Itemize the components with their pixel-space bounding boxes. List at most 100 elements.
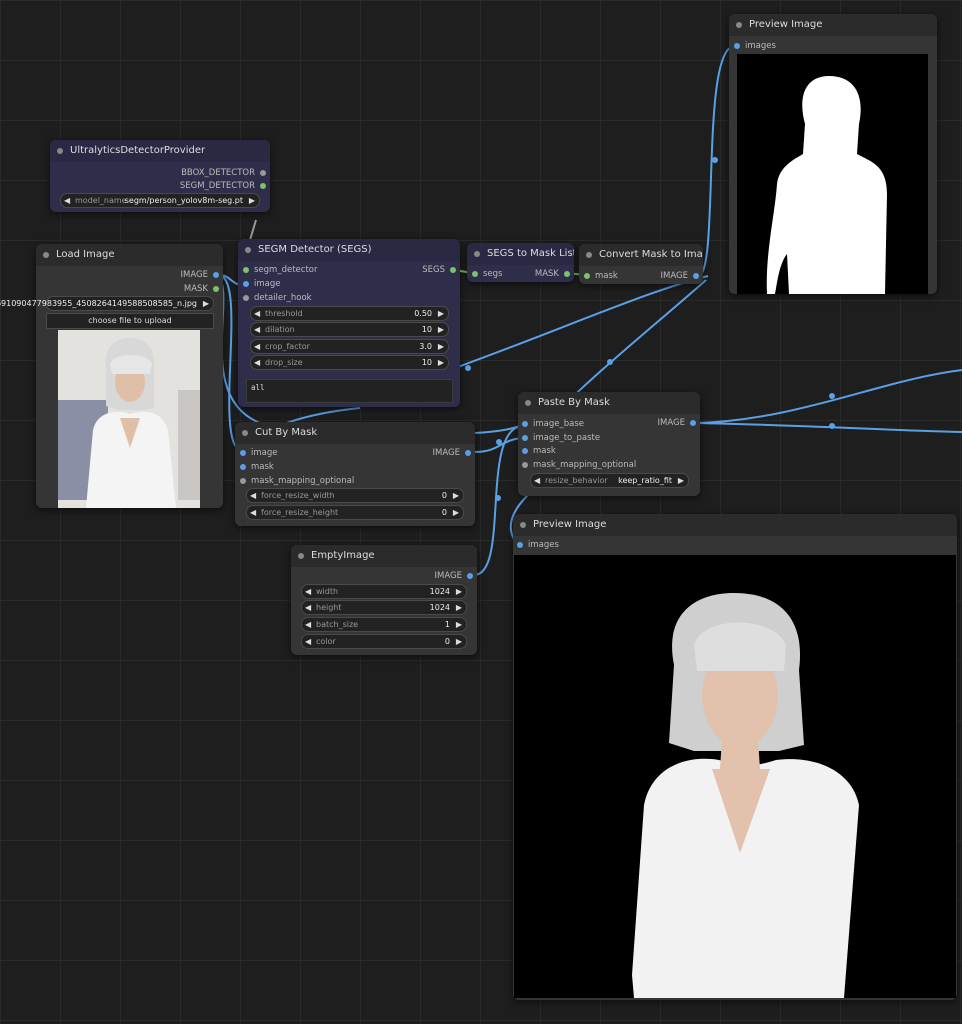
output-image[interactable]: IMAGE: [435, 570, 473, 582]
node-title[interactable]: EmptyImage: [291, 545, 477, 567]
batch-size-widget[interactable]: ◀ batch_size 1 ▶: [301, 617, 467, 632]
output-pin-icon[interactable]: [693, 273, 699, 279]
convert-mask-to-image-node[interactable]: Convert Mask to Image mask IMAGE: [579, 244, 703, 284]
threshold-widget[interactable]: ◀ threshold 0.50 ▶: [250, 306, 449, 321]
right-arrow-icon[interactable]: ▶: [438, 340, 444, 353]
input-image-to-paste[interactable]: image_to_paste: [522, 432, 600, 444]
node-title[interactable]: Convert Mask to Image: [579, 244, 703, 266]
input-image-base[interactable]: image_base: [522, 418, 584, 430]
input-pin-icon[interactable]: [240, 478, 246, 484]
collapse-dot-icon[interactable]: [520, 522, 526, 528]
output-pin-icon[interactable]: [564, 271, 570, 277]
input-images[interactable]: images: [517, 539, 559, 551]
segm-detector-node[interactable]: SEGM Detector (SEGS) segm_detector image…: [238, 239, 460, 407]
node-title[interactable]: Paste By Mask: [518, 392, 700, 414]
output-pin-icon[interactable]: [213, 286, 219, 292]
right-arrow-icon[interactable]: ▶: [678, 474, 684, 487]
right-arrow-icon[interactable]: ▶: [438, 323, 444, 336]
input-pin-icon[interactable]: [517, 542, 523, 548]
input-pin-icon[interactable]: [472, 271, 478, 277]
collapse-dot-icon[interactable]: [586, 252, 592, 258]
collapse-dot-icon[interactable]: [298, 553, 304, 559]
input-pin-icon[interactable]: [240, 450, 246, 456]
node-title[interactable]: Load Image: [36, 244, 223, 266]
right-arrow-icon[interactable]: ▶: [456, 635, 462, 648]
left-arrow-icon[interactable]: ◀: [64, 194, 70, 207]
output-pin-icon[interactable]: [260, 183, 266, 189]
model-name-combo[interactable]: ◀ model_name segm/person_yolov8m-seg.pt …: [60, 193, 260, 208]
left-arrow-icon[interactable]: ◀: [305, 618, 311, 631]
image-file-combo[interactable]: 4691090477983955_4508264149588508585_n.j…: [0, 296, 214, 311]
output-image[interactable]: IMAGE: [181, 269, 219, 281]
collapse-dot-icon[interactable]: [57, 148, 63, 154]
preview-image-result-node[interactable]: Preview Image images: [513, 514, 957, 1000]
input-pin-icon[interactable]: [522, 435, 528, 441]
output-mask[interactable]: MASK: [535, 268, 570, 280]
collapse-dot-icon[interactable]: [43, 252, 49, 258]
right-arrow-icon[interactable]: ▶: [438, 356, 444, 369]
left-arrow-icon[interactable]: ◀: [254, 307, 260, 320]
output-image[interactable]: IMAGE: [433, 447, 471, 459]
ultralytics-detector-provider-node[interactable]: UltralyticsDetectorProvider BBOX_DETECTO…: [50, 140, 270, 212]
node-title[interactable]: Preview Image: [729, 14, 937, 36]
choose-file-button[interactable]: choose file to upload: [46, 313, 214, 329]
resize-behavior-combo[interactable]: ◀ resize_behavior keep_ratio_fit ▶: [530, 473, 689, 488]
input-image[interactable]: image: [240, 447, 277, 459]
width-widget[interactable]: ◀ width 1024 ▶: [301, 584, 467, 599]
output-segs[interactable]: SEGS: [422, 264, 456, 276]
output-pin-icon[interactable]: [260, 170, 266, 176]
node-title[interactable]: UltralyticsDetectorProvider: [50, 140, 270, 162]
paste-by-mask-node[interactable]: Paste By Mask image_base image_to_paste …: [518, 392, 700, 496]
right-arrow-icon[interactable]: ▶: [456, 585, 462, 598]
right-arrow-icon[interactable]: ▶: [453, 506, 459, 519]
left-arrow-icon[interactable]: ◀: [250, 506, 256, 519]
preview-image-mask-node[interactable]: Preview Image images: [729, 14, 937, 294]
cut-by-mask-node[interactable]: Cut By Mask image mask mask_mapping_opti…: [235, 422, 475, 526]
right-arrow-icon[interactable]: ▶: [438, 307, 444, 320]
output-segm-detector[interactable]: SEGM_DETECTOR: [180, 180, 266, 192]
input-pin-icon[interactable]: [584, 273, 590, 279]
output-mask[interactable]: MASK: [184, 283, 219, 295]
left-arrow-icon[interactable]: ◀: [254, 340, 260, 353]
drop-size-widget[interactable]: ◀ drop_size 10 ▶: [250, 355, 449, 370]
output-image[interactable]: IMAGE: [658, 417, 696, 429]
node-title[interactable]: SEGS to Mask List: [467, 243, 574, 265]
crop-factor-widget[interactable]: ◀ crop_factor 3.0 ▶: [250, 339, 449, 354]
node-title[interactable]: Cut By Mask: [235, 422, 475, 444]
left-arrow-icon[interactable]: ◀: [250, 489, 256, 502]
left-arrow-icon[interactable]: ◀: [305, 601, 311, 614]
input-segm-detector[interactable]: segm_detector: [243, 264, 317, 276]
right-arrow-icon[interactable]: ▶: [456, 601, 462, 614]
input-image[interactable]: image: [243, 278, 280, 290]
output-pin-icon[interactable]: [467, 573, 473, 579]
height-widget[interactable]: ◀ height 1024 ▶: [301, 600, 467, 615]
color-widget[interactable]: ◀ color 0 ▶: [301, 634, 467, 649]
input-mask-mapping-optional[interactable]: mask_mapping_optional: [522, 459, 636, 471]
input-pin-icon[interactable]: [522, 462, 528, 468]
right-arrow-icon[interactable]: ▶: [249, 194, 255, 207]
left-arrow-icon[interactable]: ◀: [305, 635, 311, 648]
input-pin-icon[interactable]: [243, 281, 249, 287]
output-pin-icon[interactable]: [450, 267, 456, 273]
right-arrow-icon[interactable]: ▶: [453, 489, 459, 502]
left-arrow-icon[interactable]: ◀: [305, 585, 311, 598]
collapse-dot-icon[interactable]: [525, 400, 531, 406]
dilation-widget[interactable]: ◀ dilation 10 ▶: [250, 322, 449, 337]
collapse-dot-icon[interactable]: [242, 430, 248, 436]
force-resize-width-widget[interactable]: ◀ force_resize_width 0 ▶: [246, 488, 464, 503]
output-bbox-detector[interactable]: BBOX_DETECTOR: [181, 167, 266, 179]
input-images[interactable]: images: [734, 40, 776, 52]
input-mask-mapping-optional[interactable]: mask_mapping_optional: [240, 475, 354, 487]
labels-textarea[interactable]: all: [246, 379, 453, 403]
input-mask[interactable]: mask: [240, 461, 274, 473]
input-pin-icon[interactable]: [243, 267, 249, 273]
left-arrow-icon[interactable]: ◀: [254, 356, 260, 369]
input-pin-icon[interactable]: [734, 43, 740, 49]
node-title[interactable]: SEGM Detector (SEGS): [238, 239, 460, 261]
empty-image-node[interactable]: EmptyImage IMAGE ◀ width 1024 ▶ ◀ height 1024…: [291, 545, 477, 655]
right-arrow-icon[interactable]: ▶: [203, 297, 209, 310]
right-arrow-icon[interactable]: ▶: [456, 618, 462, 631]
collapse-dot-icon[interactable]: [245, 247, 251, 253]
left-arrow-icon[interactable]: ◀: [254, 323, 260, 336]
input-segs[interactable]: segs: [472, 268, 502, 280]
